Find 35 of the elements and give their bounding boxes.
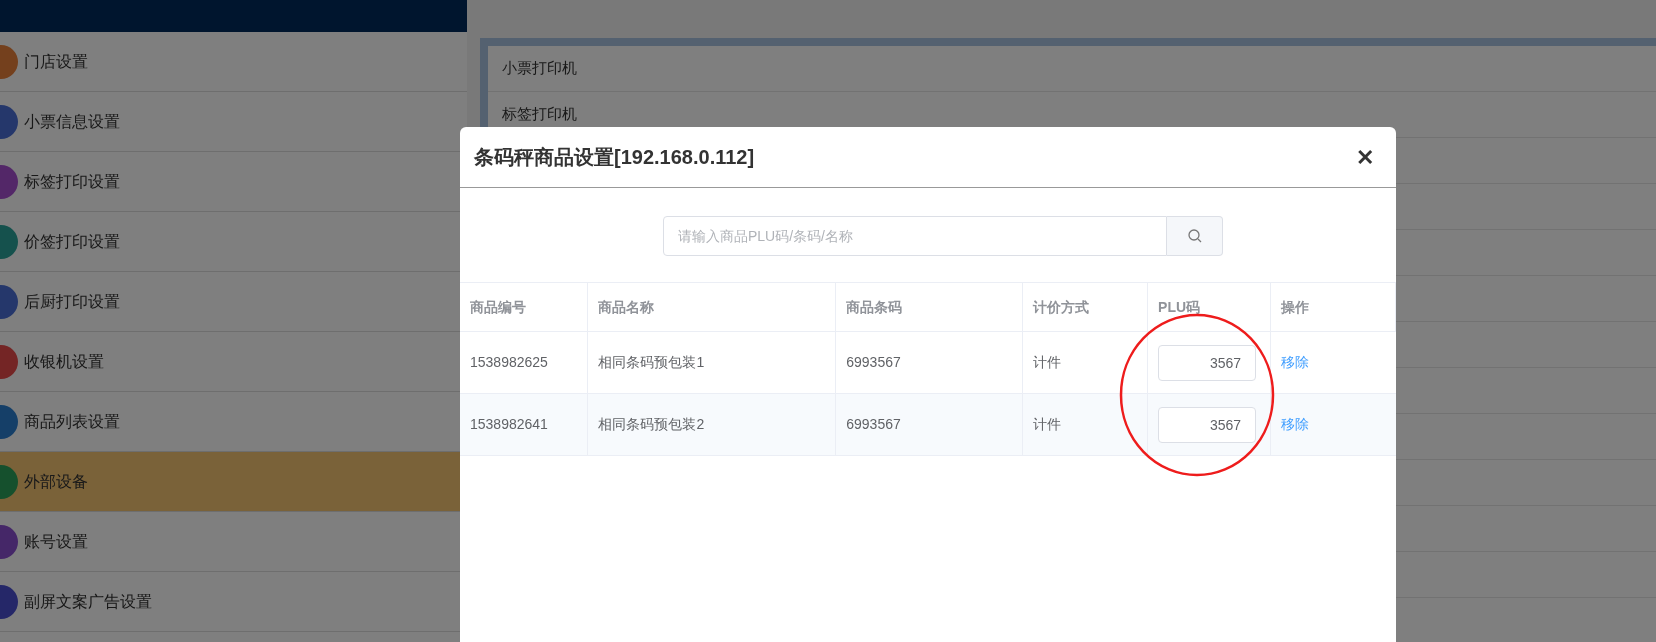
- menu-label: 副屏文案广告设置: [24, 591, 152, 612]
- device-item[interactable]: 小票打印机: [502, 57, 577, 80]
- menu-label: 账号设置: [24, 531, 88, 552]
- table-cell: 6993567: [835, 331, 1023, 394]
- plu-input[interactable]: 3567: [1158, 344, 1257, 381]
- column-header: 商品名称: [587, 282, 836, 332]
- column-header: 商品编号: [460, 282, 588, 332]
- search-icon: [1187, 229, 1202, 243]
- menu-label: 商品列表设置: [24, 411, 120, 432]
- plu-input[interactable]: 3567: [1158, 406, 1257, 443]
- menu-label: 价签打印设置: [24, 231, 120, 252]
- device-item[interactable]: 标签打印机: [502, 103, 577, 126]
- table-cell: 1538982625: [460, 331, 588, 394]
- search-button[interactable]: [1167, 216, 1223, 256]
- table-cell: 计件: [1022, 331, 1148, 394]
- menu-label: 后厨打印设置: [24, 291, 120, 312]
- table-cell: 1538982641: [460, 393, 588, 456]
- table-cell: 6993567: [835, 393, 1023, 456]
- menu-label: 收银机设置: [24, 351, 104, 372]
- menu-label: 标签打印设置: [24, 171, 120, 192]
- column-header: 操作: [1270, 282, 1396, 332]
- column-header: 计价方式: [1022, 282, 1148, 332]
- close-button[interactable]: ✕: [1356, 140, 1374, 174]
- table-cell: 相同条码预包装2: [587, 393, 836, 456]
- column-header: PLU码: [1147, 282, 1271, 332]
- search-field[interactable]: 请输入商品PLU码/条码/名称: [663, 216, 1167, 256]
- remove-link[interactable]: 移除: [1281, 416, 1310, 432]
- dialog-title: 条码秤商品设置[192.168.0.112]: [474, 145, 755, 170]
- table-cell: 计件: [1022, 393, 1148, 456]
- column-header: 商品条码: [835, 282, 1023, 332]
- menu-label: 门店设置: [24, 51, 88, 72]
- remove-link[interactable]: 移除: [1281, 354, 1310, 370]
- menu-label: 外部设备: [24, 471, 88, 492]
- menu-label: 小票信息设置: [24, 111, 120, 132]
- table-cell: 相同条码预包装1: [587, 331, 836, 394]
